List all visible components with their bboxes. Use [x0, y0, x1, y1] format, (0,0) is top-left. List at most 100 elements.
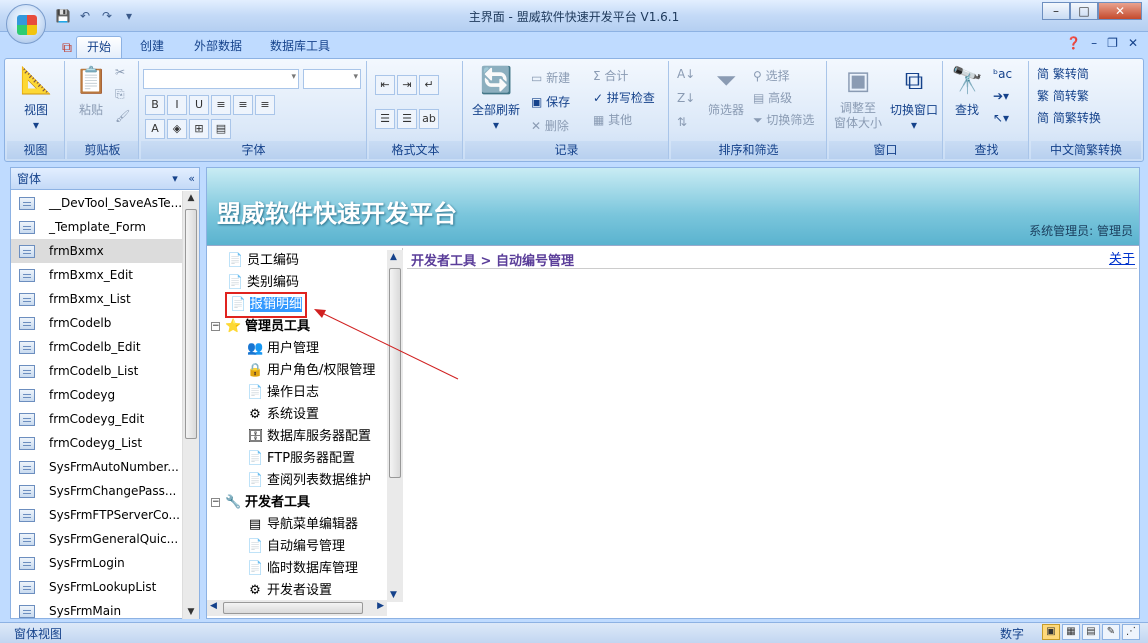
- more-button[interactable]: ▦ 其他: [593, 111, 632, 128]
- bold-icon[interactable]: B: [145, 95, 165, 115]
- tree-item[interactable]: 📄 操作日志: [247, 382, 319, 404]
- minimize-button[interactable]: –: [1042, 2, 1070, 20]
- datasheet-view-icon[interactable]: ▦: [1062, 624, 1080, 640]
- tree-item[interactable]: 📄 报销明细: [224, 292, 308, 318]
- increase-indent-icon[interactable]: ⇥: [397, 75, 417, 95]
- form-list-item[interactable]: SysFrmLookupList: [11, 575, 183, 599]
- form-list-item[interactable]: frmCodeyg: [11, 383, 183, 407]
- form-list-item[interactable]: frmCodelb_List: [11, 359, 183, 383]
- filter-button[interactable]: ⏷ 筛选器: [705, 65, 747, 118]
- form-list-item[interactable]: frmCodelb: [11, 311, 183, 335]
- tree-hscrollbar[interactable]: ◀ ▶: [207, 600, 387, 616]
- minimize-doc-icon[interactable]: –: [1091, 36, 1097, 50]
- tab-home[interactable]: 开始: [76, 36, 123, 58]
- scroll-up-icon[interactable]: ▲: [390, 252, 397, 262]
- chevron-down-icon[interactable]: ▾: [172, 172, 178, 185]
- scroll-up-icon[interactable]: ▲: [183, 193, 199, 203]
- tree-item[interactable]: 👥 用户管理: [247, 338, 319, 360]
- goto-icon[interactable]: ➔▾: [993, 89, 1009, 103]
- office-button[interactable]: [6, 4, 46, 44]
- italic-icon[interactable]: I: [167, 95, 187, 115]
- refresh-all-button[interactable]: 🔄 全部刷新 ▾: [469, 65, 523, 132]
- tree-item[interactable]: 🔒 用户角色/权限管理: [247, 360, 375, 382]
- font-color-icon[interactable]: A: [145, 119, 165, 139]
- numbered-list-icon[interactable]: ☰: [375, 109, 395, 129]
- simp-to-trad-button[interactable]: 繁 简转繁: [1037, 87, 1089, 104]
- tab-create[interactable]: 创建: [130, 36, 174, 58]
- form-list-item[interactable]: SysFrmAutoNumber...: [11, 455, 183, 479]
- scroll-right-icon[interactable]: ▶: [377, 601, 384, 611]
- tree-item[interactable]: 📄 类别编码: [227, 272, 299, 294]
- close-button[interactable]: ✕: [1098, 2, 1142, 20]
- tree-scroll-thumb[interactable]: [389, 268, 401, 478]
- form-list-item[interactable]: SysFrmLogin: [11, 551, 183, 575]
- tree-scrollbar[interactable]: ▲ ▼: [387, 250, 403, 602]
- tree-group[interactable]: 🔧 开发者工具: [225, 492, 310, 514]
- paste-button[interactable]: 📋 粘贴: [73, 65, 109, 118]
- advanced-button[interactable]: ▤ 高级: [753, 89, 792, 106]
- selection-button[interactable]: ⚲ 选择: [753, 67, 790, 84]
- form-list-item[interactable]: SysFrmFTPServerCo...: [11, 503, 183, 527]
- form-list-item[interactable]: frmBxmx_List: [11, 287, 183, 311]
- toggle-filter-button[interactable]: ⏷ 切换筛选: [753, 111, 814, 128]
- collapse-icon[interactable]: −: [211, 322, 220, 331]
- tree-item[interactable]: ▤ 导航菜单编辑器: [247, 514, 358, 536]
- save-record-button[interactable]: ▣ 保存: [531, 93, 570, 110]
- tree-item[interactable]: 📄 临时数据库管理: [247, 558, 358, 580]
- tab-external-data[interactable]: 外部数据: [184, 36, 252, 58]
- tree-hscroll-thumb[interactable]: [223, 602, 363, 614]
- layout-view-icon[interactable]: ▤: [1082, 624, 1100, 640]
- text-direction-icon[interactable]: ↵: [419, 75, 439, 95]
- bullet-list-icon[interactable]: ☰: [397, 109, 417, 129]
- align-center-icon[interactable]: ≡: [233, 95, 253, 115]
- tree-item[interactable]: ⚙ 开发者设置: [247, 580, 332, 602]
- highlight-icon[interactable]: ab: [419, 109, 439, 129]
- fit-to-form-button[interactable]: ▣ 调整至 窗体大小: [831, 65, 885, 131]
- sort-descending-icon[interactable]: Z↓: [677, 91, 695, 105]
- alt-row-color-icon[interactable]: ▤: [211, 119, 231, 139]
- format-painter-icon[interactable]: 🖌: [115, 109, 130, 123]
- tree-item[interactable]: 📄 员工编码: [227, 250, 299, 272]
- tree-item[interactable]: ⚙ 系统设置: [247, 404, 319, 426]
- tab-database-tools[interactable]: 数据库工具: [260, 36, 340, 58]
- fill-color-icon[interactable]: ◈: [167, 119, 187, 139]
- restore-doc-icon[interactable]: ❐: [1107, 36, 1118, 50]
- tree-item[interactable]: 🗄 数据库服务器配置: [247, 426, 371, 448]
- form-list-item[interactable]: SysFrmMain: [11, 599, 183, 619]
- convert-button[interactable]: 简 简繁转换: [1037, 109, 1101, 126]
- form-list-item[interactable]: _Template_Form: [11, 215, 183, 239]
- delete-record-button[interactable]: ✕ 删除: [531, 117, 569, 134]
- tree-item[interactable]: 📄 查阅列表数据维护: [247, 470, 371, 492]
- font-family-combo[interactable]: [143, 69, 299, 89]
- about-link[interactable]: 关于: [1109, 248, 1135, 267]
- form-list-item[interactable]: __DevTool_SaveAsTe...: [11, 191, 183, 215]
- form-list-item[interactable]: SysFrmGeneralQuic...: [11, 527, 183, 551]
- scroll-down-icon[interactable]: ▼: [183, 607, 199, 617]
- maximize-button[interactable]: □: [1070, 2, 1098, 20]
- scroll-thumb[interactable]: [185, 209, 197, 439]
- align-left-icon[interactable]: ≡: [211, 95, 231, 115]
- form-list-item[interactable]: frmCodelb_Edit: [11, 335, 183, 359]
- help-icon[interactable]: ❓: [1066, 36, 1081, 50]
- switch-window-button[interactable]: ⧉ 切换窗口 ▾: [887, 65, 941, 132]
- tree-group[interactable]: ⭐ 管理员工具: [225, 316, 310, 338]
- underline-icon[interactable]: U: [189, 95, 209, 115]
- replace-icon[interactable]: ᵇac: [993, 67, 1012, 81]
- resize-grip-icon[interactable]: ⋰: [1122, 624, 1140, 640]
- form-view-icon[interactable]: ▣: [1042, 624, 1060, 640]
- collapse-pane-icon[interactable]: «: [188, 172, 195, 185]
- scroll-left-icon[interactable]: ◀: [210, 601, 217, 611]
- nav-pane-scrollbar[interactable]: ▲ ▼: [182, 191, 199, 619]
- design-view-icon[interactable]: ✎: [1102, 624, 1120, 640]
- new-record-button[interactable]: ▭ 新建: [531, 69, 570, 86]
- font-size-combo[interactable]: [303, 69, 361, 89]
- copy-icon[interactable]: ⎘: [115, 87, 125, 102]
- totals-button[interactable]: Σ 合计: [593, 67, 628, 84]
- clear-sort-icon[interactable]: ⇅: [677, 115, 687, 129]
- cut-icon[interactable]: ✂: [115, 65, 125, 79]
- sort-ascending-icon[interactable]: A↓: [677, 67, 695, 81]
- tree-item[interactable]: 📄 FTP服务器配置: [247, 448, 355, 470]
- gridlines-icon[interactable]: ⊞: [189, 119, 209, 139]
- form-list-item[interactable]: SysFrmChangePass...: [11, 479, 183, 503]
- form-list-item[interactable]: frmBxmx: [11, 239, 183, 263]
